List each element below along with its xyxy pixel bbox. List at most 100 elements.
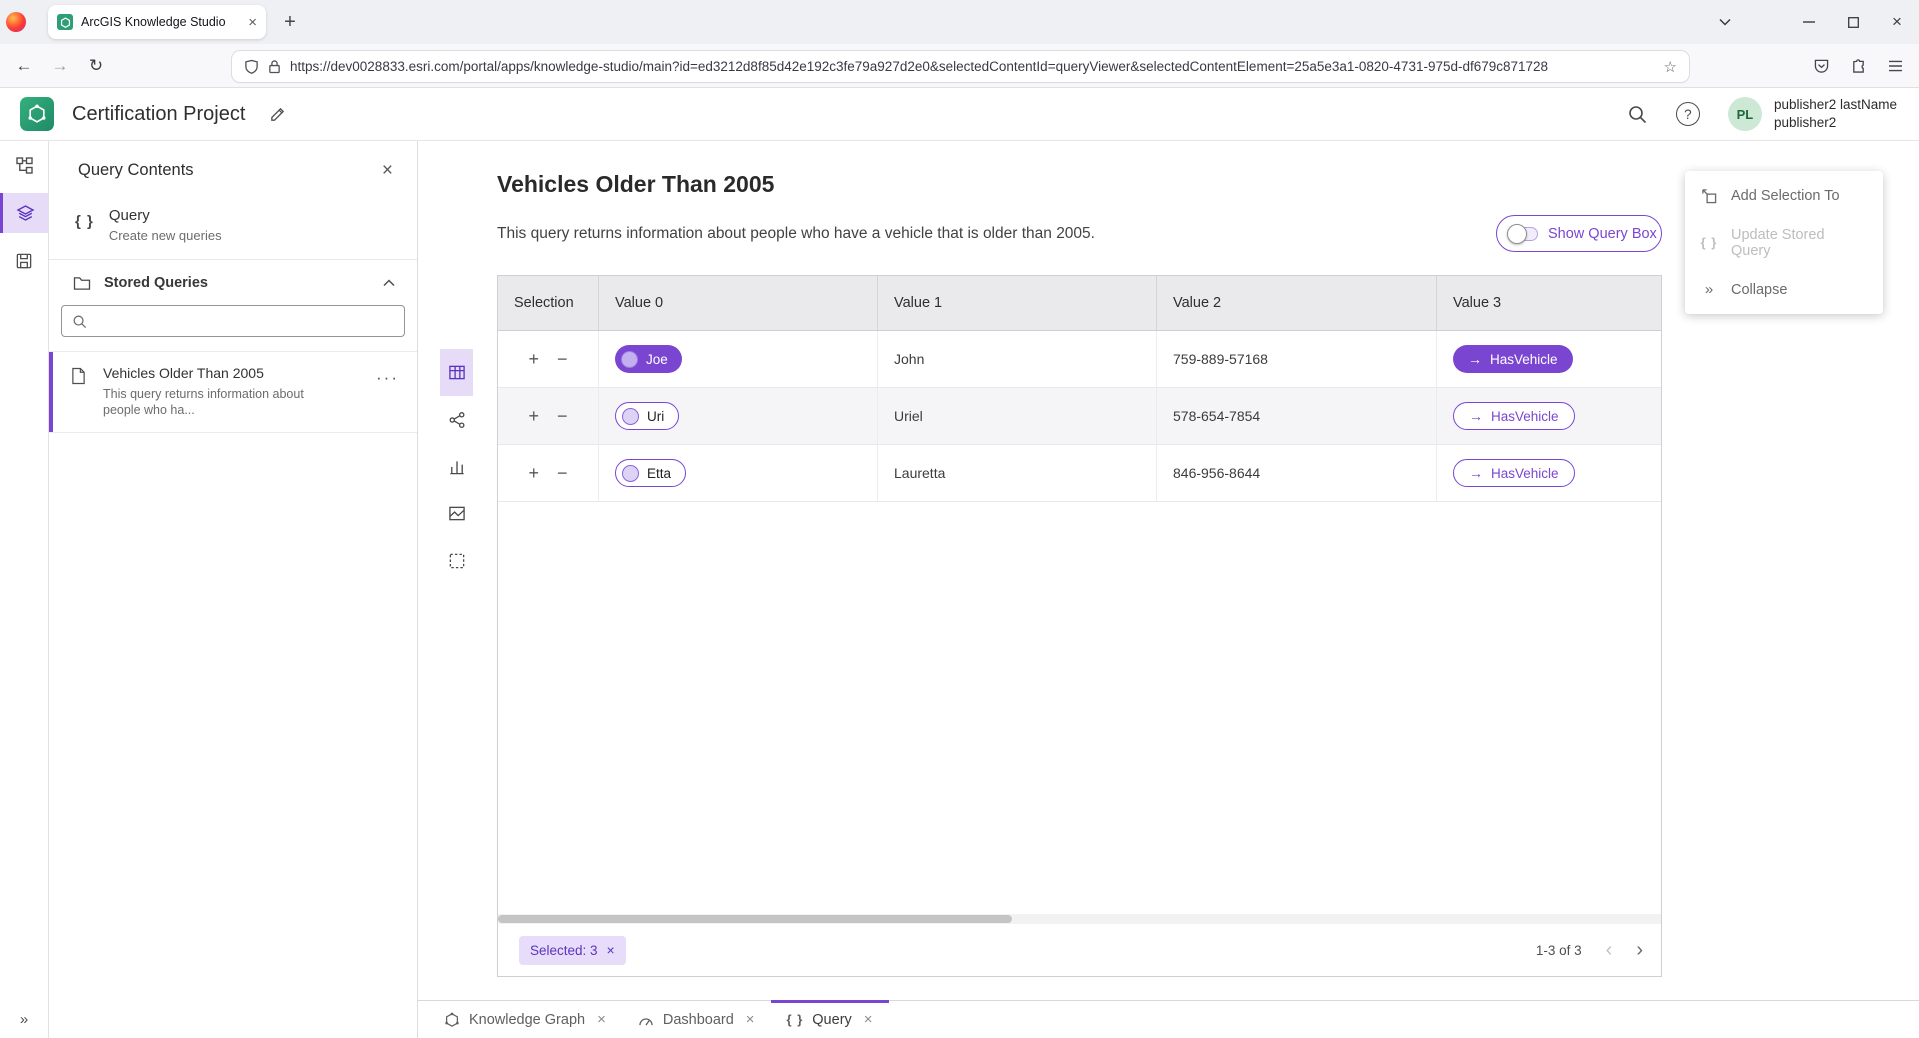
- entity-dot-icon: [622, 465, 639, 482]
- query-title: Vehicles Older Than 2005: [497, 171, 774, 198]
- selection-tool-icon[interactable]: [440, 537, 473, 584]
- remove-from-selection-icon[interactable]: −: [557, 464, 568, 482]
- add-selection-icon: [1700, 188, 1718, 204]
- close-tab-icon[interactable]: ×: [864, 1012, 873, 1027]
- list-all-tabs-icon[interactable]: [1703, 0, 1747, 44]
- close-panel-icon[interactable]: ×: [382, 161, 393, 180]
- menu-item-update-stored-query[interactable]: { } Update Stored Query: [1685, 219, 1883, 266]
- map-icon[interactable]: [440, 490, 473, 537]
- window-controls: ×: [1703, 0, 1919, 44]
- url-text[interactable]: https://dev0028833.esri.com/portal/apps/…: [290, 59, 1655, 74]
- menu-item-add-selection-to[interactable]: Add Selection To: [1685, 172, 1883, 219]
- chevron-up-icon[interactable]: [383, 279, 395, 287]
- query-results-table: Selection Value 0 Value 1 Value 2 Value …: [497, 275, 1662, 977]
- remove-from-selection-icon[interactable]: −: [557, 350, 568, 368]
- expand-panel-icon[interactable]: »: [0, 1011, 48, 1028]
- back-icon[interactable]: ←: [6, 50, 42, 82]
- add-to-selection-icon[interactable]: +: [528, 464, 539, 482]
- menu-item-collapse[interactable]: » Collapse: [1685, 266, 1883, 313]
- hierarchy-icon[interactable]: [0, 145, 48, 185]
- entity-pill[interactable]: Uri: [615, 402, 679, 430]
- add-to-selection-icon[interactable]: +: [528, 407, 539, 425]
- histogram-icon[interactable]: [440, 443, 473, 490]
- new-query-item[interactable]: { } Query Create new queries: [49, 199, 417, 260]
- add-to-selection-icon[interactable]: +: [528, 350, 539, 368]
- close-window-icon[interactable]: ×: [1875, 0, 1919, 44]
- cell-value2: 759-889-57168: [1156, 331, 1436, 387]
- next-page-icon[interactable]: ›: [1636, 940, 1643, 960]
- tab-close-icon[interactable]: ×: [248, 15, 257, 30]
- table-row[interactable]: + − Joe John 759-889-57168 →HasVehicle: [498, 331, 1661, 388]
- tab-query[interactable]: { } Query ×: [771, 1001, 889, 1038]
- extensions-icon[interactable]: [1840, 50, 1877, 82]
- minimize-icon[interactable]: [1787, 0, 1831, 44]
- selected-count-chip[interactable]: Selected: 3 ×: [519, 936, 626, 965]
- show-query-box-toggle[interactable]: Show Query Box: [1496, 215, 1662, 252]
- toggle-switch[interactable]: [1509, 227, 1538, 241]
- browser-toolbar: ← → ↻ https://dev0028833.esri.com/portal…: [0, 44, 1919, 88]
- browser-tab[interactable]: ArcGIS Knowledge Studio ×: [48, 5, 266, 39]
- item-options-icon[interactable]: ···: [376, 368, 399, 388]
- stored-queries-search[interactable]: [61, 305, 405, 337]
- show-query-box-label: Show Query Box: [1548, 226, 1657, 242]
- relationship-pill[interactable]: →HasVehicle: [1453, 459, 1575, 487]
- column-header-value3[interactable]: Value 3: [1436, 276, 1661, 330]
- entity-pill[interactable]: Joe: [615, 345, 682, 373]
- link-chart-icon[interactable]: [440, 396, 473, 443]
- column-header-value2[interactable]: Value 2: [1156, 276, 1436, 330]
- user-name-block[interactable]: publisher2 lastName publisher2: [1774, 96, 1897, 131]
- firefox-view-icon[interactable]: [6, 12, 26, 32]
- project-title: Certification Project: [72, 103, 245, 126]
- tab-dashboard[interactable]: Dashboard ×: [622, 1001, 771, 1038]
- stored-queries-title: Stored Queries: [104, 275, 208, 291]
- table-footer: Selected: 3 × 1-3 of 3 ‹ ›: [498, 924, 1661, 976]
- menu-icon[interactable]: [1877, 50, 1914, 82]
- edit-title-icon[interactable]: [269, 106, 286, 123]
- relationship-pill[interactable]: →HasVehicle: [1453, 402, 1575, 430]
- pocket-icon[interactable]: [1803, 50, 1840, 82]
- search-icon[interactable]: [1627, 104, 1648, 125]
- browser-tab-bar: ArcGIS Knowledge Studio × + ×: [0, 0, 1919, 44]
- column-header-value1[interactable]: Value 1: [877, 276, 1156, 330]
- relationship-pill[interactable]: →HasVehicle: [1453, 345, 1573, 373]
- scrollbar-thumb[interactable]: [498, 915, 1012, 923]
- entity-pill[interactable]: Etta: [615, 459, 686, 487]
- table-view-icon[interactable]: [440, 349, 473, 396]
- panel-title: Query Contents: [78, 161, 194, 180]
- bookmark-star-icon[interactable]: ☆: [1664, 58, 1677, 76]
- tab-title: ArcGIS Knowledge Studio: [81, 15, 240, 29]
- column-header-value0[interactable]: Value 0: [598, 276, 877, 330]
- table-row[interactable]: + − Uri Uriel 578-654-7854 →HasVehicle: [498, 388, 1661, 445]
- save-icon[interactable]: [0, 241, 48, 281]
- remove-from-selection-icon[interactable]: −: [557, 407, 568, 425]
- stored-queries-header[interactable]: Stored Queries: [49, 260, 417, 301]
- folder-icon: [73, 276, 91, 291]
- new-tab-button[interactable]: +: [274, 6, 306, 38]
- stored-query-list-item[interactable]: Vehicles Older Than 2005 This query retu…: [49, 351, 417, 433]
- url-bar[interactable]: https://dev0028833.esri.com/portal/apps/…: [232, 51, 1689, 82]
- arrow-icon: →: [1469, 409, 1483, 423]
- column-header-selection[interactable]: Selection: [498, 276, 598, 330]
- braces-icon: { }: [787, 1012, 804, 1027]
- cell-value1: John: [877, 331, 1156, 387]
- horizontal-scrollbar[interactable]: [498, 914, 1661, 924]
- clear-selection-icon[interactable]: ×: [607, 943, 615, 957]
- forward-icon[interactable]: →: [42, 50, 78, 82]
- app-nav-strip: »: [0, 141, 49, 1038]
- tracking-shield-icon[interactable]: [244, 59, 259, 75]
- stored-query-title: Vehicles Older Than 2005: [103, 365, 377, 381]
- help-icon[interactable]: ?: [1676, 102, 1700, 126]
- previous-page-icon[interactable]: ‹: [1606, 940, 1613, 960]
- padlock-icon[interactable]: [268, 59, 281, 74]
- maximize-icon[interactable]: [1831, 0, 1875, 44]
- new-query-title: Query: [109, 207, 222, 224]
- reload-icon[interactable]: ↻: [78, 50, 114, 82]
- tab-knowledge-graph[interactable]: Knowledge Graph ×: [428, 1001, 622, 1038]
- close-tab-icon[interactable]: ×: [746, 1012, 755, 1027]
- new-query-subtitle: Create new queries: [109, 228, 222, 243]
- close-tab-icon[interactable]: ×: [597, 1012, 606, 1027]
- user-avatar[interactable]: PL: [1728, 97, 1762, 131]
- stored-queries-search-input[interactable]: [95, 314, 394, 329]
- layers-icon[interactable]: [0, 193, 48, 233]
- table-row[interactable]: + − Etta Lauretta 846-956-8644 →HasVehic…: [498, 445, 1661, 502]
